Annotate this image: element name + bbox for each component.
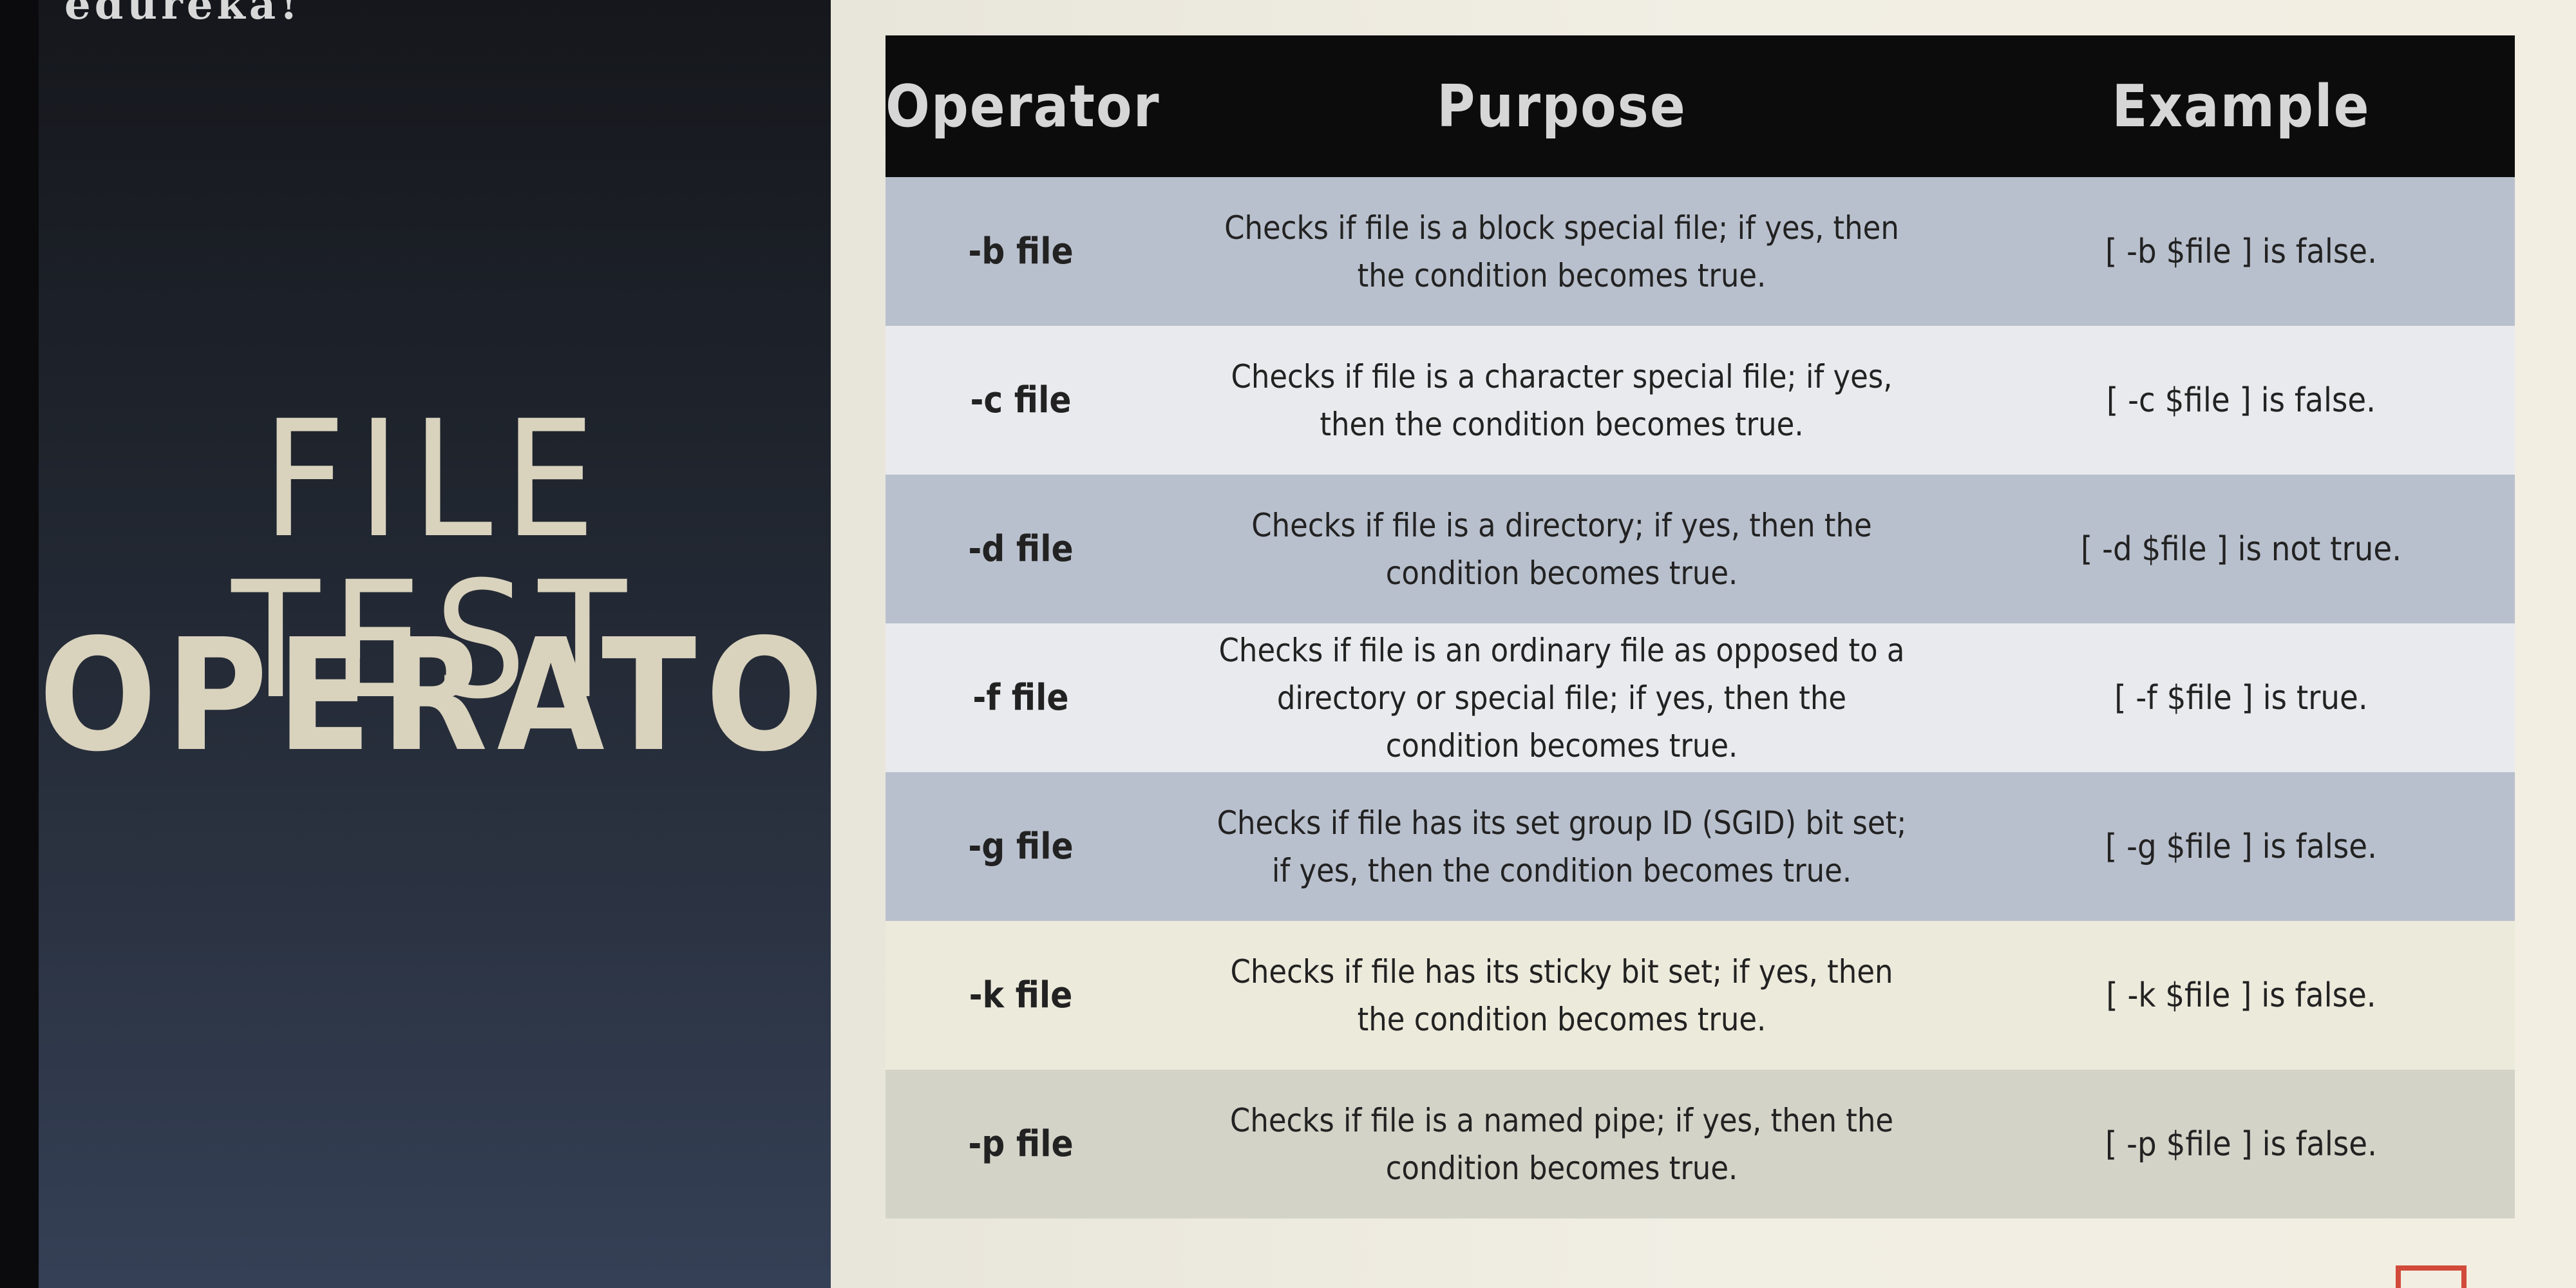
brand-logo: edureka!	[64, 0, 302, 29]
title-panel: edureka! FILE TEST OPERATORS	[39, 0, 1058, 1288]
table-row: -b file Checks if file is a block specia…	[886, 177, 2515, 326]
table-row: -c file Checks if file is a character sp…	[886, 326, 2515, 475]
operator-cell: -k file	[969, 974, 1073, 1016]
table-row: -d file Checks if file is a directory; i…	[886, 475, 2515, 623]
operator-cell: -b file	[968, 231, 1074, 272]
header-example: Example	[2112, 72, 2371, 140]
operator-cell: -f file	[972, 677, 1069, 719]
operator-cell: -g file	[968, 826, 1074, 867]
purpose-cell: Checks if file has its sticky bit set; i…	[1230, 952, 1893, 1038]
purpose-cell: Checks if file is a directory; if yes, t…	[1251, 506, 1872, 592]
example-cell: [ -c $file ] is false.	[2107, 381, 2376, 420]
operator-cell: -d file	[968, 528, 1074, 570]
example-cell: [ -d $file ] is not true.	[2080, 529, 2402, 569]
purpose-cell: Checks if file is a character special fi…	[1231, 357, 1893, 443]
operator-cell: -p file	[968, 1123, 1074, 1165]
header-operator: Operator	[886, 72, 1160, 140]
table-row: -g file Checks if file has its set group…	[886, 772, 2515, 921]
operators-table: Operator Purpose Example -b file Checks …	[886, 35, 2515, 1220]
slide: edureka! FILE TEST OPERATORS Operator Pu…	[0, 0, 2576, 1288]
example-cell: [ -p $file ] is false.	[2105, 1124, 2377, 1164]
purpose-cell: Checks if file is an ordinary file as op…	[1218, 631, 1905, 764]
purpose-cell: Checks if file is a block special file; …	[1224, 209, 1899, 294]
operator-cell: -c file	[970, 379, 1072, 421]
header-purpose: Purpose	[1437, 72, 1687, 140]
table-header: Operator Purpose Example	[886, 35, 2515, 177]
purpose-cell: Checks if file is a named pipe; if yes, …	[1229, 1101, 1894, 1187]
example-cell: [ -b $file ] is false.	[2105, 232, 2377, 271]
table-row: -f file Checks if file is an ordinary fi…	[886, 623, 2515, 772]
table-row: -k file Checks if file has its sticky bi…	[886, 921, 2515, 1070]
table-row: -p file Checks if file is a named pipe; …	[886, 1070, 2515, 1218]
corner-mark-icon	[2396, 1265, 2467, 1288]
example-cell: [ -k $file ] is false.	[2106, 976, 2376, 1015]
purpose-cell: Checks if file has its set group ID (SGI…	[1217, 804, 1907, 889]
example-cell: [ -g $file ] is false.	[2105, 827, 2377, 866]
example-cell: [ -f $file ] is true.	[2114, 678, 2368, 717]
slide-title-line2: OPERATORS	[39, 605, 1058, 786]
